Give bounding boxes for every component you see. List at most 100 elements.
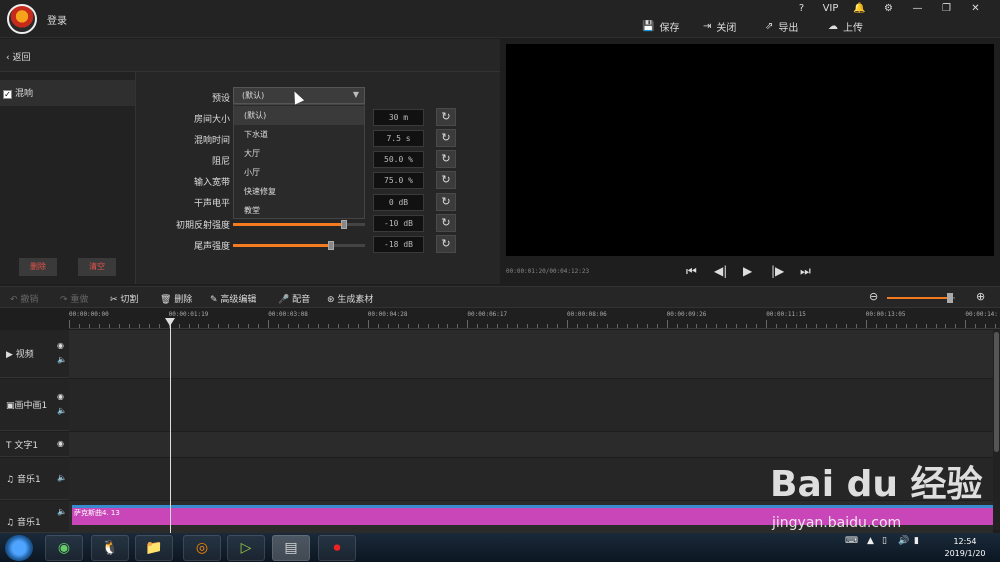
save-button[interactable]: 💾 保存 [642,19,679,34]
back-button[interactable]: ‹ 返回 [0,39,500,72]
bell-icon[interactable]: 🔔 [845,2,874,16]
track-lane-text[interactable] [69,432,993,457]
gear-icon[interactable]: ⚙ [874,2,903,16]
minimize-icon[interactable]: — [903,2,932,16]
redo-button[interactable]: ↷ 重做 [60,292,88,305]
cut-button[interactable]: ✂ 切割 [110,292,138,305]
generate-material-button[interactable]: ⊛ 生成素材 [327,292,373,305]
help-icon[interactable]: ? [787,2,816,16]
speaker-icon[interactable]: 🔈 [57,507,67,516]
reset-icon[interactable]: ↻ [436,171,456,189]
checkbox[interactable]: ✓ [3,90,12,99]
ruler-minor-tick [128,324,130,328]
upload-button[interactable]: ☁ 上传 [828,19,863,34]
app-record-icon[interactable]: ⏺ [318,535,356,561]
play-icon[interactable]: ▶ [743,264,752,278]
keyboard-icon[interactable]: ⌨ [845,536,858,546]
vip-icon[interactable]: VIP [816,2,845,16]
speaker-icon[interactable]: 🔈 [57,355,67,364]
next-frame-icon[interactable]: |▶ [771,264,784,278]
app-editor-icon[interactable]: ▤ [272,535,310,561]
volume-icon[interactable]: 🔊 [898,536,909,546]
network-icon[interactable]: ▮ [914,536,919,546]
reset-icon[interactable]: ↻ [436,214,456,232]
early-reflection-label: 初期反射强度 [175,221,230,231]
app-360-icon[interactable]: ◉ [45,535,83,561]
eye-icon[interactable]: ◉ [57,439,64,448]
skip-end-icon[interactable]: ⏭ [800,264,811,279]
ruler-label: 00:00:06:17 [467,311,508,318]
advanced-edit-button[interactable]: ✎ 高级编辑 [210,292,256,305]
start-button[interactable] [5,535,33,561]
delete-button[interactable]: 🗑 删除 [160,292,192,305]
reset-icon[interactable]: ↻ [436,150,456,168]
export-button[interactable]: ⇗ 导出 [765,19,798,34]
ruler-minor-tick [497,324,499,328]
app-qq-icon[interactable]: 🐧 [91,535,129,561]
dub-button[interactable]: 🎤 配音 [278,292,310,305]
speaker-icon[interactable]: 🔈 [57,473,67,482]
dropdown-option[interactable]: 教堂 [234,201,364,220]
app-media-icon[interactable]: ▷ [227,535,265,561]
track-lane-pip[interactable] [69,379,993,431]
tray-arrow-icon[interactable]: ▲ [867,536,874,546]
dropdown-option[interactable]: 快速修复 [234,182,364,201]
delete-effect-button[interactable]: 删除 [19,258,57,276]
reset-icon[interactable]: ↻ [436,108,456,126]
skip-start-icon[interactable]: ⏮ [686,264,697,279]
ruler-tick [567,320,568,328]
restore-icon[interactable]: ❐ [932,2,961,16]
playhead-handle[interactable] [165,318,175,326]
damping-value[interactable]: 50.0 % [373,151,424,168]
dropdown-option[interactable]: (默认) [234,106,364,125]
eye-icon[interactable]: ◉ [57,341,64,350]
room-size-value[interactable]: 30 m [373,109,424,126]
clock[interactable]: 12:54 2019/1/20 [935,536,995,560]
avatar[interactable] [7,4,37,34]
eye-icon[interactable]: ◉ [57,392,64,401]
dry-level-value[interactable]: 0 dB [373,194,424,211]
clear-effects-button[interactable]: 清空 [78,258,116,276]
tail-level-value[interactable]: -18 dB [373,236,424,253]
tail-level-slider[interactable] [233,241,365,250]
playhead[interactable] [170,318,171,533]
reset-icon[interactable]: ↻ [436,235,456,253]
reset-icon[interactable]: ↻ [436,129,456,147]
ruler-label: 00:00:13:05 [865,311,906,318]
app-firefox-icon[interactable]: ◎ [183,535,221,561]
window-controls: ? VIP 🔔 ⚙ — ❐ ✕ [787,2,990,16]
video-preview[interactable] [506,44,994,256]
speaker-icon[interactable]: 🔈 [57,406,67,415]
app-explorer-icon[interactable]: 📁 [135,535,173,561]
ruler-minor-tick [377,324,379,328]
track-lane-video[interactable] [69,330,993,378]
dropdown-option[interactable]: 小厅 [234,163,364,182]
dropdown-option[interactable]: 大厅 [234,144,364,163]
slider-knob[interactable] [340,220,347,229]
input-bandwidth-value[interactable]: 75.0 % [373,172,424,189]
music-note-icon: ♫ [6,475,15,485]
track-head-video: ▶ 视频 ◉ 🔈 [0,330,69,378]
early-reflection-slider[interactable] [233,220,365,229]
reverb-time-value[interactable]: 7.5 s [373,130,424,147]
prev-frame-icon[interactable]: ◀| [714,264,727,278]
zoom-in-icon[interactable]: ⊕ [976,290,985,303]
ruler-minor-tick [108,324,110,328]
zoom-slider[interactable] [887,293,955,303]
login-link[interactable]: 登录 [47,12,67,27]
dropdown-option[interactable]: 下水道 [234,125,364,144]
slider-knob[interactable] [327,241,334,250]
timeline-ruler[interactable]: 00:00:00:00 00:00:01:19 00:00:03:08 00:00:0… [69,309,1000,329]
effect-item-reverb[interactable]: ✓ 混响 [0,80,135,106]
early-reflection-value[interactable]: -10 dB [373,215,424,232]
usb-icon[interactable]: ▯ [882,536,887,546]
ruler-minor-tick [696,324,698,328]
undo-button[interactable]: ↶ 撤销 [10,292,38,305]
slider-knob[interactable] [947,293,953,303]
zoom-out-icon[interactable]: ⊖ [869,290,878,303]
timeline-scrollbar[interactable] [993,330,1000,530]
close-window-icon[interactable]: ✕ [961,2,990,16]
ruler-minor-tick [776,324,778,328]
close-button[interactable]: ⇥ 关闭 [703,19,736,34]
reset-icon[interactable]: ↻ [436,193,456,211]
